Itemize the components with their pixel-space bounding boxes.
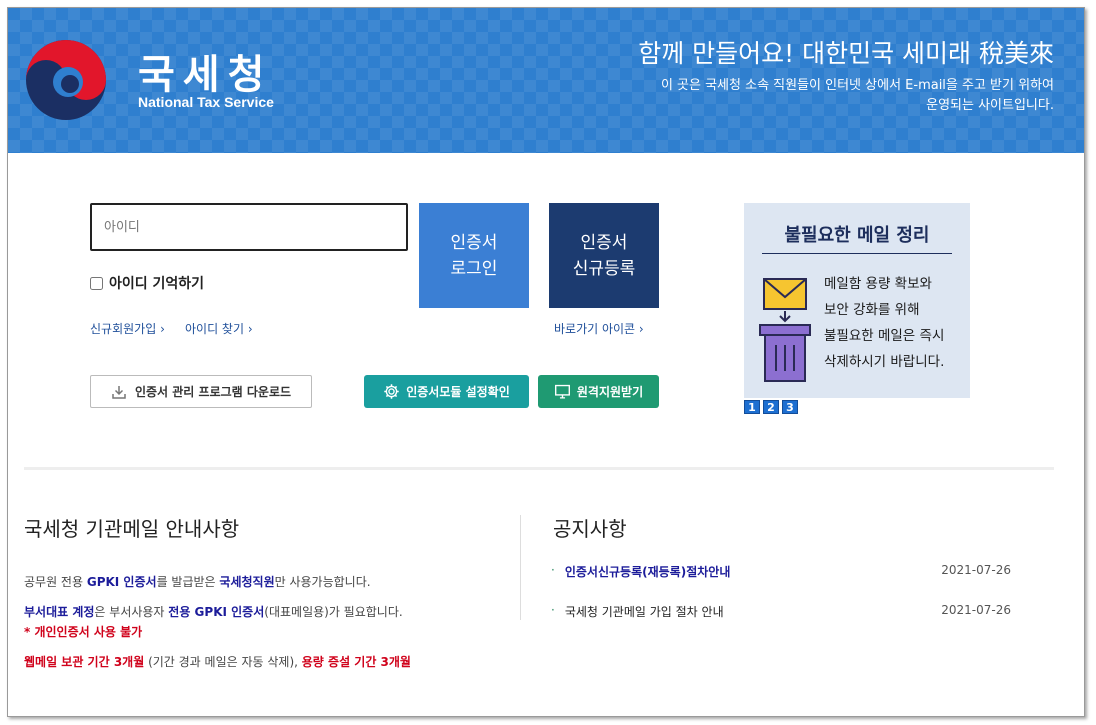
desc-line-2: 운영되는 사이트입니다. — [926, 98, 1054, 113]
signup-link[interactable]: 신규회원가입 › — [90, 320, 165, 337]
banner-line-3: 불필요한 메일은 즉시 — [824, 328, 945, 344]
bullet-icon: · — [551, 603, 555, 617]
remember-id-label: 아이디 기억하기 — [109, 276, 205, 292]
mail-cleanup-banner[interactable]: 불필요한 메일 정리 메일함 용량 확보와 보안 강화를 위해 불필요한 메일은… — [744, 203, 970, 398]
site-description: 이 곳은 국세청 소속 직원들이 인터넷 상에서 E-mail을 주고 받기 위… — [661, 76, 1054, 116]
banner-line-2: 보안 강화를 위해 — [824, 302, 920, 318]
banner-title: 불필요한 메일 정리 — [784, 225, 930, 246]
remote-support-button[interactable]: 원격지원받기 — [538, 375, 659, 408]
banner-page-1[interactable]: 1 — [744, 400, 760, 414]
brand-english: National Tax Service — [138, 94, 274, 110]
guide-line-2: 부서대표 계정은 부서사용자 전용 GPKI 인증서(대표메일용)가 필요합니다… — [24, 605, 403, 619]
slogan: 함께 만들어요! 대한민국 세미래 稅美來 — [638, 39, 1054, 68]
banner-pager: 1 2 3 — [744, 400, 798, 414]
mail-trash-icon — [759, 278, 811, 382]
header-banner: 국세청 National Tax Service 함께 만들어요! 대한민국 세… — [8, 8, 1084, 153]
bullet-icon: · — [551, 563, 555, 577]
notice-item[interactable]: · 인증서신규등록(재등록)절차안내 2021-07-26 — [551, 563, 1011, 580]
banner-line-1: 메일함 용량 확보와 — [824, 276, 932, 292]
guide-line-4: 웹메일 보관 기간 3개월 (기간 경과 메일은 자동 삭제), 용량 증설 기… — [24, 655, 411, 669]
cert-register-button[interactable]: 인증서 신규등록 — [549, 203, 659, 308]
banner-divider — [762, 253, 952, 254]
notice-item[interactable]: · 국세청 기관메일 가입 절차 안내 2021-07-26 — [551, 603, 1011, 620]
remember-id[interactable]: 아이디 기억하기 — [90, 273, 204, 293]
download-icon — [112, 385, 126, 399]
nts-logo-icon — [26, 40, 106, 120]
banner-text: 메일함 용량 확보와 보안 강화를 위해 불필요한 메일은 즉시 삭제하시기 바… — [824, 271, 944, 375]
notice-item-title[interactable]: 국세청 기관메일 가입 절차 안내 — [565, 603, 941, 620]
notice-item-date: 2021-07-26 — [941, 563, 1011, 577]
notice-title: 공지사항 — [553, 517, 627, 541]
desc-line-1: 이 곳은 국세청 소속 직원들이 인터넷 상에서 E-mail을 주고 받기 위… — [660, 78, 1054, 93]
id-input[interactable] — [90, 203, 408, 251]
guide-title: 국세청 기관메일 안내사항 — [24, 517, 240, 541]
notice-item-date: 2021-07-26 — [941, 603, 1011, 617]
cert-module-check-button[interactable]: 인증서모듈 설정확인 — [364, 375, 529, 408]
notice-item-title[interactable]: 인증서신규등록(재등록)절차안내 — [565, 563, 941, 580]
banner-line-4: 삭제하시기 바랍니다. — [824, 354, 945, 370]
page-frame: 국세청 National Tax Service 함께 만들어요! 대한민국 세… — [7, 7, 1085, 717]
brand-korean: 국세청 — [138, 52, 273, 98]
remember-id-checkbox[interactable] — [90, 276, 103, 290]
section-divider — [24, 467, 1054, 470]
cert-program-download-button[interactable]: 인증서 관리 프로그램 다운로드 — [90, 375, 312, 408]
banner-page-3[interactable]: 3 — [782, 400, 798, 414]
cert-login-button[interactable]: 인증서 로그인 — [419, 203, 529, 308]
vertical-divider — [520, 515, 521, 620]
guide-line-1: 공무원 전용 GPKI 인증서를 발급받은 국세청직원만 사용가능합니다. — [24, 575, 371, 589]
guide-line-3: * 개인인증서 사용 불가 — [24, 625, 143, 639]
gear-icon — [384, 384, 399, 399]
monitor-icon — [554, 384, 570, 399]
find-id-link[interactable]: 아이디 찾기 › — [185, 320, 253, 337]
banner-page-2[interactable]: 2 — [763, 400, 779, 414]
shortcut-icon-link[interactable]: 바로가기 아이콘 › — [554, 320, 644, 337]
